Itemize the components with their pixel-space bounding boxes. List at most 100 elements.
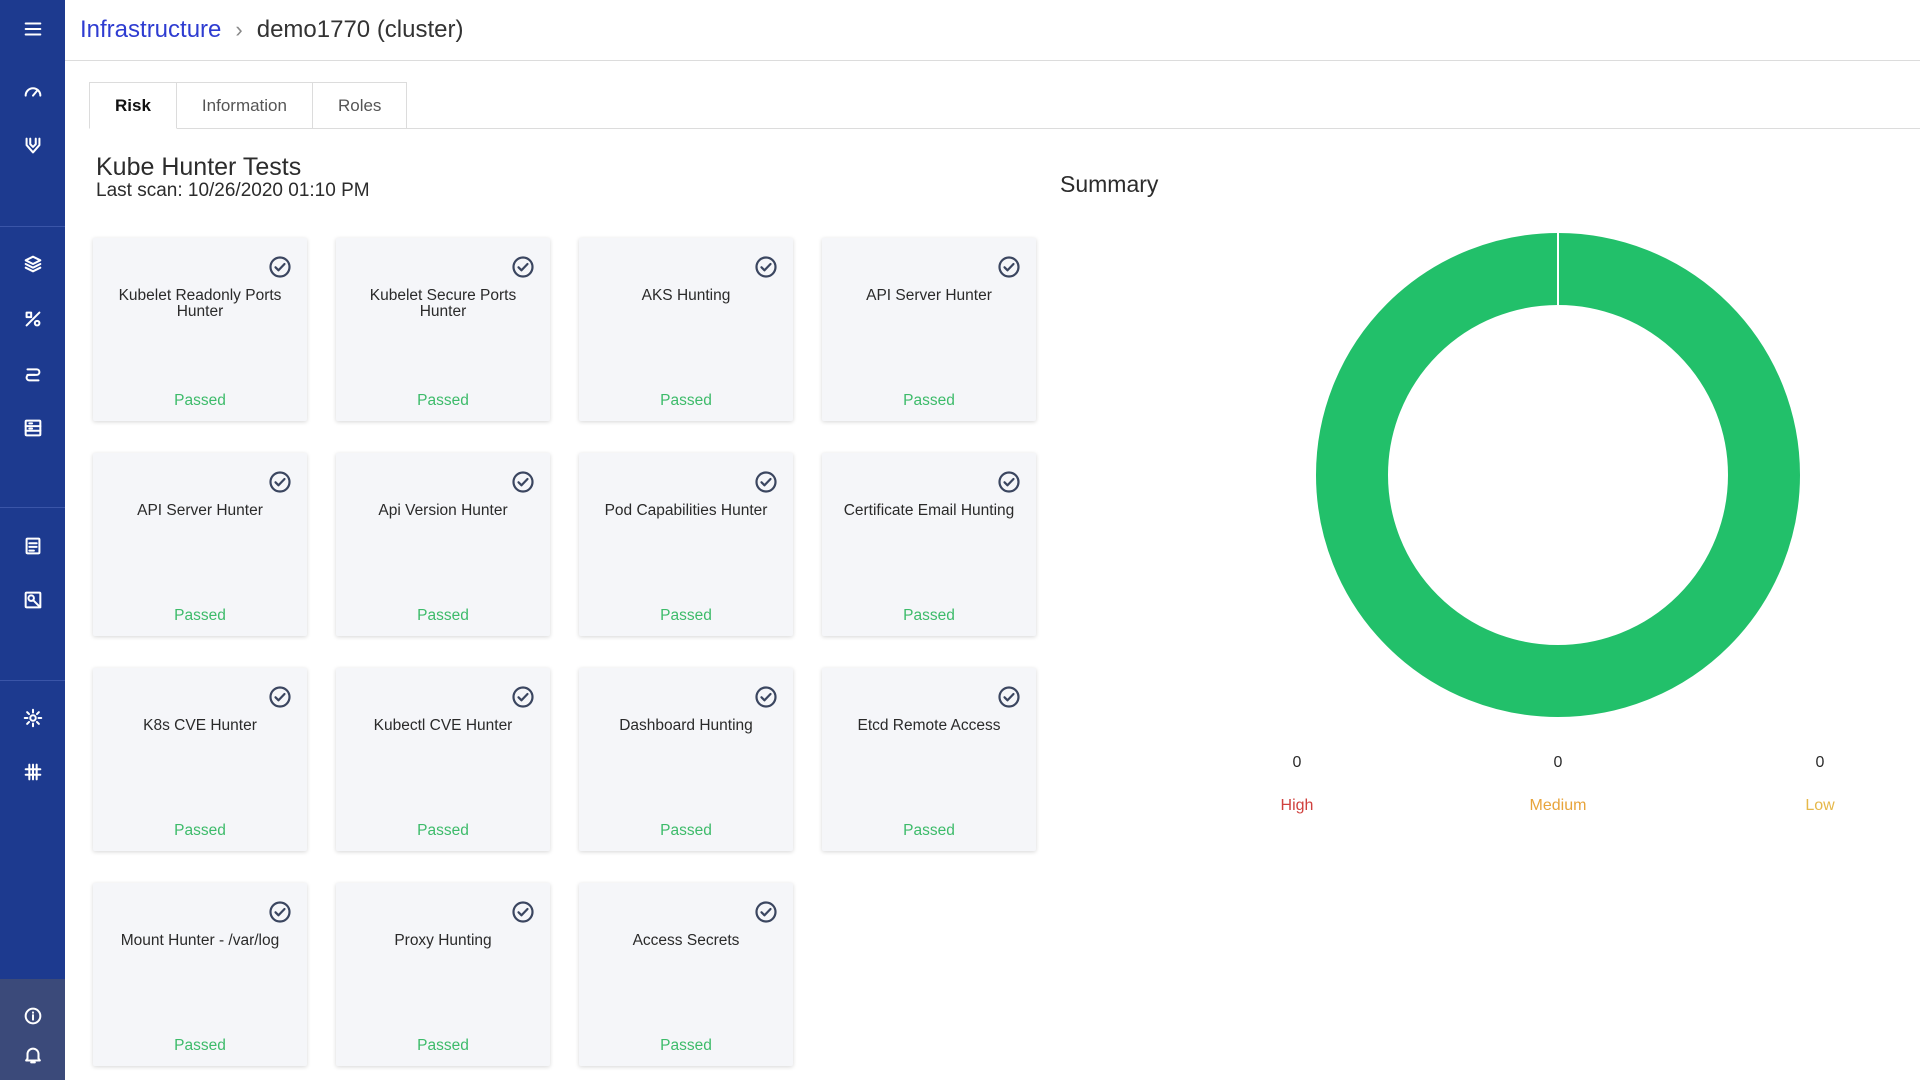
shield-icon xyxy=(25,137,40,154)
test-card[interactable]: Etcd Remote Access Passed xyxy=(822,668,1036,851)
tab-bar: Risk Information Roles xyxy=(89,82,408,129)
breadcrumb: Infrastructure › demo1770 (cluster) xyxy=(65,0,1920,61)
test-card[interactable]: Kubelet Readonly Ports Hunter Passed xyxy=(93,238,307,421)
nav-dashboard[interactable] xyxy=(0,71,65,111)
check-indicator xyxy=(754,255,778,279)
test-card-name: Access Secrets xyxy=(632,932,740,949)
check-circle-icon xyxy=(998,256,1020,278)
check-indicator xyxy=(997,685,1021,709)
check-circle-icon xyxy=(755,901,777,923)
test-card-status: Passed xyxy=(417,1037,469,1054)
test-card-status: Passed xyxy=(660,1037,712,1054)
sidebar xyxy=(0,0,65,1080)
test-card-name: Kubectl CVE Hunter xyxy=(373,717,513,734)
summary-donut-chart xyxy=(1316,233,1800,717)
check-circle-icon xyxy=(998,471,1020,493)
test-card-name: K8s CVE Hunter xyxy=(143,717,257,734)
notifications-button[interactable] xyxy=(0,1035,65,1075)
donut-slice-passed[interactable] xyxy=(1316,233,1800,717)
check-circle-icon xyxy=(998,686,1020,708)
storage-icon xyxy=(24,419,41,437)
check-circle-icon xyxy=(512,901,534,923)
test-card[interactable]: API Server Hunter Passed xyxy=(822,238,1036,421)
test-card-name: Kubelet Secure Ports Hunter xyxy=(369,287,517,320)
tab-risk[interactable]: Risk xyxy=(89,82,177,129)
tabs-divider xyxy=(89,128,1920,129)
nav-admin[interactable] xyxy=(0,752,65,792)
breadcrumb-current: demo1770 (cluster) xyxy=(256,16,464,43)
test-card-status: Passed xyxy=(174,392,226,409)
test-card-status: Passed xyxy=(903,607,955,624)
breadcrumb-separator: › xyxy=(235,17,243,42)
check-indicator xyxy=(268,685,292,709)
nav-reports[interactable] xyxy=(0,526,65,566)
tab-roles[interactable]: Roles xyxy=(311,82,408,129)
check-circle-icon xyxy=(755,686,777,708)
test-card[interactable]: K8s CVE Hunter Passed xyxy=(93,668,307,851)
last-scan-text: Last scan: 10/26/2020 01:10 PM xyxy=(96,180,370,201)
medium-label: Medium xyxy=(1529,797,1587,814)
sidebar-divider xyxy=(0,680,65,681)
grid-icon xyxy=(24,763,41,781)
test-card-name: Api Version Hunter xyxy=(378,502,508,519)
test-card[interactable]: Api Version Hunter Passed xyxy=(336,453,550,636)
menu-icon xyxy=(24,22,41,36)
test-card[interactable]: Kubectl CVE Hunter Passed xyxy=(336,668,550,851)
test-card[interactable]: Pod Capabilities Hunter Passed xyxy=(579,453,793,636)
check-circle-icon xyxy=(512,256,534,278)
info-button[interactable] xyxy=(0,996,65,1036)
sidebar-footer xyxy=(0,979,65,1080)
breadcrumb-infrastructure-link[interactable]: Infrastructure xyxy=(80,16,221,44)
sidebar-divider xyxy=(0,226,65,227)
test-card-status: Passed xyxy=(660,392,712,409)
check-indicator xyxy=(268,900,292,924)
sidebar-divider xyxy=(0,507,65,508)
low-count: 0 xyxy=(1815,754,1825,771)
menu-button[interactable] xyxy=(0,9,65,49)
image-icon xyxy=(24,591,41,609)
test-card-status: Passed xyxy=(903,822,955,839)
test-card-name: Dashboard Hunting xyxy=(619,717,753,734)
medium-count: 0 xyxy=(1553,754,1563,771)
check-circle-icon xyxy=(755,471,777,493)
nav-integrations[interactable] xyxy=(0,353,65,393)
high-count: 0 xyxy=(1292,754,1302,771)
test-card[interactable]: Dashboard Hunting Passed xyxy=(579,668,793,851)
nav-security[interactable] xyxy=(0,126,65,166)
test-card[interactable]: Kubelet Secure Ports Hunter Passed xyxy=(336,238,550,421)
test-card-name: Proxy Hunting xyxy=(394,932,492,949)
test-card[interactable]: API Server Hunter Passed xyxy=(93,453,307,636)
check-indicator xyxy=(511,470,535,494)
nav-compliance[interactable] xyxy=(0,299,65,339)
check-indicator xyxy=(511,900,535,924)
test-card[interactable]: Certificate Email Hunting Passed xyxy=(822,453,1036,636)
test-card-name: Certificate Email Hunting xyxy=(843,502,1015,519)
nav-images[interactable] xyxy=(0,580,65,620)
nav-storage[interactable] xyxy=(0,408,65,448)
test-card-status: Passed xyxy=(174,607,226,624)
check-indicator xyxy=(754,470,778,494)
low-label: Low xyxy=(1805,797,1835,814)
check-circle-icon xyxy=(512,686,534,708)
test-card-status: Passed xyxy=(417,392,469,409)
test-card-status: Passed xyxy=(660,822,712,839)
test-card[interactable]: Access Secrets Passed xyxy=(579,883,793,1066)
test-card-name: Pod Capabilities Hunter xyxy=(604,502,768,519)
nav-settings[interactable] xyxy=(0,698,65,738)
check-indicator xyxy=(754,685,778,709)
list-icon xyxy=(25,537,40,555)
test-card[interactable]: Proxy Hunting Passed xyxy=(336,883,550,1066)
test-card-status: Passed xyxy=(174,822,226,839)
summary-title: Summary xyxy=(1060,171,1159,197)
dashboard-icon xyxy=(24,87,41,97)
test-card-name: Kubelet Readonly Ports Hunter xyxy=(118,287,282,320)
check-circle-icon xyxy=(269,471,291,493)
test-card-status: Passed xyxy=(417,822,469,839)
nav-layers[interactable] xyxy=(0,244,65,284)
test-card-status: Passed xyxy=(903,392,955,409)
test-card-name: Etcd Remote Access xyxy=(857,717,1001,734)
test-card-status: Passed xyxy=(660,607,712,624)
test-card[interactable]: Mount Hunter - /var/log Passed xyxy=(93,883,307,1066)
test-card[interactable]: AKS Hunting Passed xyxy=(579,238,793,421)
tab-information[interactable]: Information xyxy=(175,82,313,129)
